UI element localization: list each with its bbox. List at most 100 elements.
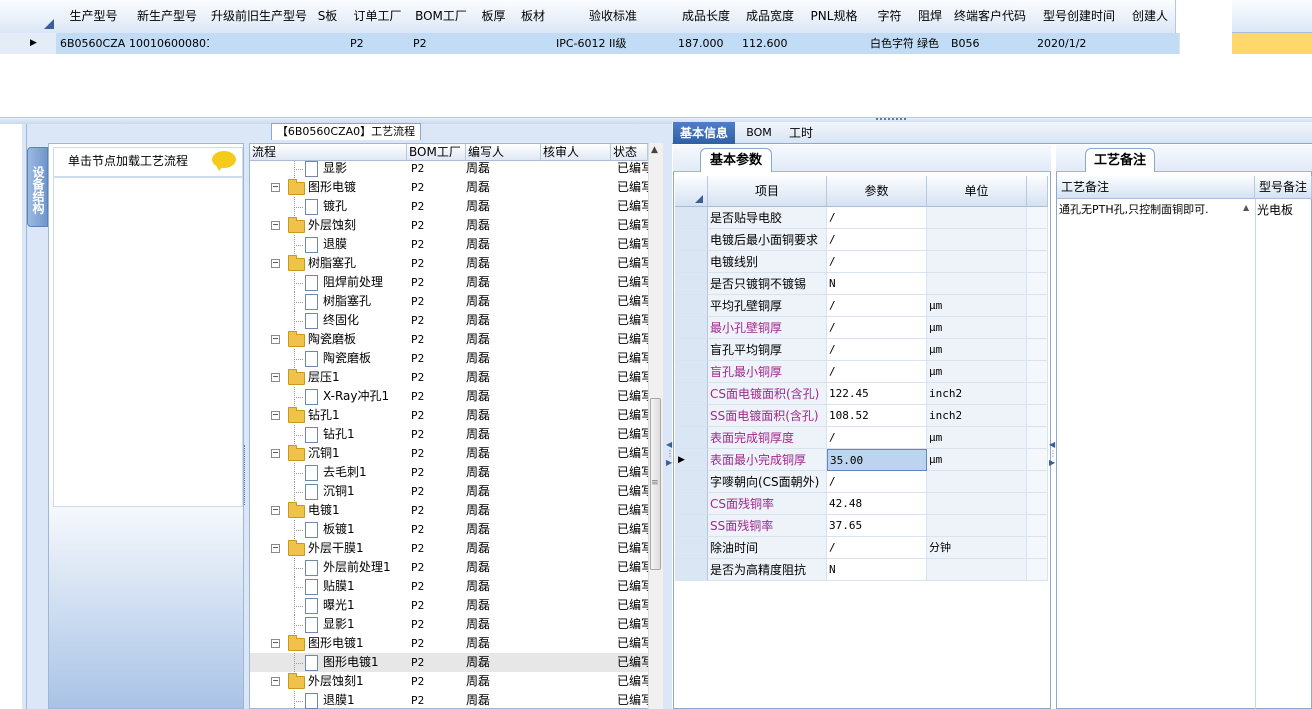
grid-cell-12[interactable]: 白色字符: [866, 33, 918, 54]
model-note-text[interactable]: 光电板: [1257, 201, 1293, 218]
tree-row[interactable]: − 图形电镀1 P2 周磊 已编写: [250, 634, 648, 653]
tree-row[interactable]: 显影1 P2 周磊 已编写: [250, 615, 648, 634]
tab-process-notes[interactable]: 工艺备注: [1085, 148, 1155, 172]
grid-cell-7[interactable]: [514, 33, 557, 54]
column-header-1[interactable]: 新生产型号: [125, 0, 210, 34]
grid-cell-9[interactable]: 187.000: [674, 33, 743, 54]
tree-row[interactable]: 沉铜1 P2 周磊 已编写: [250, 482, 648, 501]
column-header-14[interactable]: 终端客户代码: [947, 0, 1034, 34]
row-header[interactable]: [675, 405, 708, 427]
grid-cell-14[interactable]: B056: [947, 33, 1038, 54]
left-splitter-grip[interactable]: [244, 445, 248, 505]
tree-header-4[interactable]: 状态: [611, 144, 648, 161]
grid-cell-15[interactable]: 2020/1/2: [1033, 33, 1130, 54]
grid-cell-3[interactable]: [309, 33, 351, 54]
grid-cell-11[interactable]: [802, 33, 871, 54]
collapse-icon[interactable]: −: [271, 259, 280, 268]
column-header-9[interactable]: 成品长度: [674, 0, 739, 34]
tree-row[interactable]: − 层压1 P2 周磊 已编写: [250, 368, 648, 387]
row-header[interactable]: [675, 295, 708, 317]
row-header[interactable]: [675, 537, 708, 559]
collapse-icon[interactable]: −: [271, 183, 280, 192]
tree-row[interactable]: 图形电镀1 P2 周磊 已编写: [250, 653, 648, 672]
column-header-11[interactable]: PNL规格: [802, 0, 867, 34]
column-header-2[interactable]: 升级前旧生产型号: [209, 0, 310, 34]
param-value[interactable]: 108.52: [827, 405, 927, 427]
tree-row[interactable]: − 树脂塞孔 P2 周磊 已编写: [250, 254, 648, 273]
param-value[interactable]: 122.45: [827, 383, 927, 405]
collapse-icon[interactable]: −: [271, 411, 280, 420]
param-row[interactable]: 表面完成铜厚度 / μm: [675, 427, 1048, 449]
tree-row[interactable]: − 外层蚀刻1 P2 周磊 已编写: [250, 672, 648, 691]
grid-cell-6[interactable]: [473, 33, 519, 54]
collapse-icon[interactable]: −: [271, 506, 280, 515]
row-header[interactable]: [675, 427, 708, 449]
tree-row[interactable]: 终固化 P2 周磊 已编写: [250, 311, 648, 330]
param-row[interactable]: CS面电镀面积(含孔) 122.45 inch2: [675, 383, 1048, 405]
tree-header-1[interactable]: BOM工厂: [407, 144, 466, 161]
scroll-up-icon[interactable]: ▲: [651, 145, 658, 155]
grid-cell-8[interactable]: IPC-6012 II级: [552, 33, 679, 54]
row-header[interactable]: [675, 229, 708, 251]
param-value[interactable]: /: [827, 317, 927, 339]
param-value[interactable]: /: [827, 207, 927, 229]
tree-row[interactable]: − 陶瓷磨板 P2 周磊 已编写: [250, 330, 648, 349]
column-header-4[interactable]: 订单工厂: [346, 0, 410, 34]
column-header-8[interactable]: 验收标准: [552, 0, 675, 34]
column-header-3[interactable]: S板: [309, 0, 347, 34]
param-row[interactable]: 除油时间 / 分钟: [675, 537, 1048, 559]
row-header[interactable]: [675, 383, 708, 405]
row-header[interactable]: ▶: [675, 449, 708, 471]
param-row[interactable]: ▶ 表面最小完成铜厚 35.00 μm: [675, 449, 1048, 471]
param-value[interactable]: /: [827, 471, 927, 493]
middle-splitter[interactable]: [663, 124, 672, 709]
collapse-icon[interactable]: −: [271, 449, 280, 458]
row-header[interactable]: [675, 251, 708, 273]
param-value[interactable]: 35.00: [827, 449, 927, 471]
tree-row[interactable]: − 钻孔1 P2 周磊 已编写: [250, 406, 648, 425]
grid-cell-2[interactable]: [209, 33, 314, 54]
params-header-item[interactable]: 项目: [708, 176, 827, 207]
column-header-6[interactable]: 板厚: [473, 0, 515, 34]
param-row[interactable]: SS面电镀面积(含孔) 108.52 inch2: [675, 405, 1048, 427]
param-value[interactable]: 42.48: [827, 493, 927, 515]
nav-tree-area[interactable]: [53, 177, 243, 507]
param-value[interactable]: /: [827, 361, 927, 383]
param-row[interactable]: CS面残铜率 42.48: [675, 493, 1048, 515]
grid-cell-10[interactable]: 112.600: [738, 33, 807, 54]
params-corner-header[interactable]: [675, 176, 708, 207]
tree-row[interactable]: 钻孔1 P2 周磊 已编写: [250, 425, 648, 444]
tab-device-structure[interactable]: 设备结构: [27, 147, 48, 227]
row-header[interactable]: [675, 515, 708, 537]
grid-cell-1[interactable]: 10010600080130: [125, 33, 227, 54]
row-header[interactable]: [675, 559, 708, 581]
tree-row[interactable]: 树脂塞孔 P2 周磊 已编写: [250, 292, 648, 311]
grid-cell-4[interactable]: P2: [346, 33, 414, 54]
tab-basic-params[interactable]: 基本参数: [700, 148, 772, 172]
row-header[interactable]: [675, 493, 708, 515]
param-row[interactable]: 电镀线别 /: [675, 251, 1048, 273]
param-row[interactable]: 平均孔壁铜厚 / μm: [675, 295, 1048, 317]
param-row[interactable]: 盲孔平均铜厚 / μm: [675, 339, 1048, 361]
tree-row[interactable]: 板镀1 P2 周磊 已编写: [250, 520, 648, 539]
column-header-7[interactable]: 板材: [514, 0, 553, 34]
tree-row[interactable]: − 图形电镀 P2 周磊 已编写: [250, 178, 648, 197]
row-header[interactable]: [675, 317, 708, 339]
param-value[interactable]: /: [827, 427, 927, 449]
grid-corner-header[interactable]: [0, 0, 63, 34]
collapse-icon[interactable]: −: [271, 221, 280, 230]
row-header[interactable]: [675, 273, 708, 295]
param-row[interactable]: 电镀后最小面铜要求 /: [675, 229, 1048, 251]
tree-row[interactable]: − 电镀1 P2 周磊 已编写: [250, 501, 648, 520]
row-header[interactable]: [675, 361, 708, 383]
column-header-0[interactable]: 生产型号: [62, 0, 126, 34]
column-header-15[interactable]: 型号创建时间: [1033, 0, 1126, 34]
params-header-unit[interactable]: 单位: [927, 176, 1027, 207]
param-row[interactable]: 最小孔壁铜厚 / μm: [675, 317, 1048, 339]
tree-row[interactable]: 阻焊前处理 P2 周磊 已编写: [250, 273, 648, 292]
tree-header-0[interactable]: 流程: [250, 144, 407, 161]
param-value[interactable]: /: [827, 339, 927, 361]
column-header-16[interactable]: 创建人: [1125, 0, 1176, 34]
collapse-icon[interactable]: −: [271, 677, 280, 686]
tab-basic-info[interactable]: 基本信息: [673, 122, 735, 144]
